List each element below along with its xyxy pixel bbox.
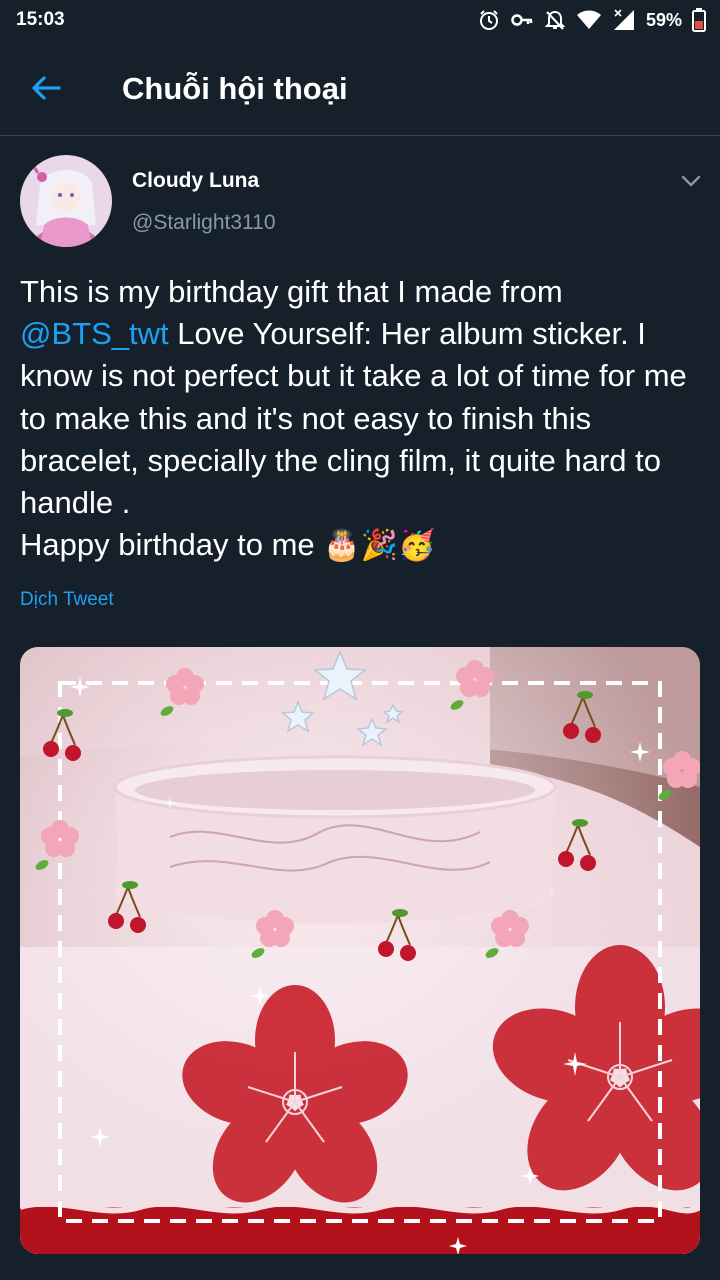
app-bar: Chuỗi hội thoại bbox=[0, 40, 720, 136]
status-time: 15:03 bbox=[16, 9, 65, 30]
translate-tweet-link[interactable]: Dịch Tweet bbox=[20, 589, 114, 611]
avatar[interactable] bbox=[20, 155, 112, 247]
author-name[interactable]: Cloudy Luna bbox=[132, 169, 259, 193]
wifi-icon bbox=[576, 9, 602, 31]
tweet-text-part2: Love Yourself: Her album sticker. I know… bbox=[20, 316, 687, 563]
status-bar: 15:03 59% bbox=[0, 0, 720, 40]
tweet-menu-button[interactable] bbox=[678, 168, 704, 194]
status-icons: 59% bbox=[478, 7, 706, 33]
alarm-icon bbox=[478, 9, 500, 31]
tweet-photo[interactable] bbox=[20, 647, 700, 1254]
back-button[interactable] bbox=[26, 68, 66, 108]
page-title: Chuỗi hội thoại bbox=[122, 71, 348, 106]
mention-link[interactable]: @BTS_twt bbox=[20, 316, 169, 351]
chevron-down-icon bbox=[681, 175, 701, 187]
tweet-text-part1: This is my birthday gift that I made fro… bbox=[20, 274, 563, 309]
author-handle[interactable]: @Starlight3110 bbox=[132, 211, 276, 235]
battery-percent: 59% bbox=[645, 9, 682, 30]
tweet-text: This is my birthday gift that I made fro… bbox=[20, 271, 705, 567]
vpn-key-icon bbox=[510, 9, 534, 31]
notifications-off-icon bbox=[544, 9, 566, 31]
signal-icon bbox=[612, 9, 636, 31]
arrow-left-icon bbox=[32, 76, 61, 100]
battery-icon bbox=[692, 8, 706, 32]
emoji-sequence: 🎂🎉🥳 bbox=[323, 529, 436, 563]
